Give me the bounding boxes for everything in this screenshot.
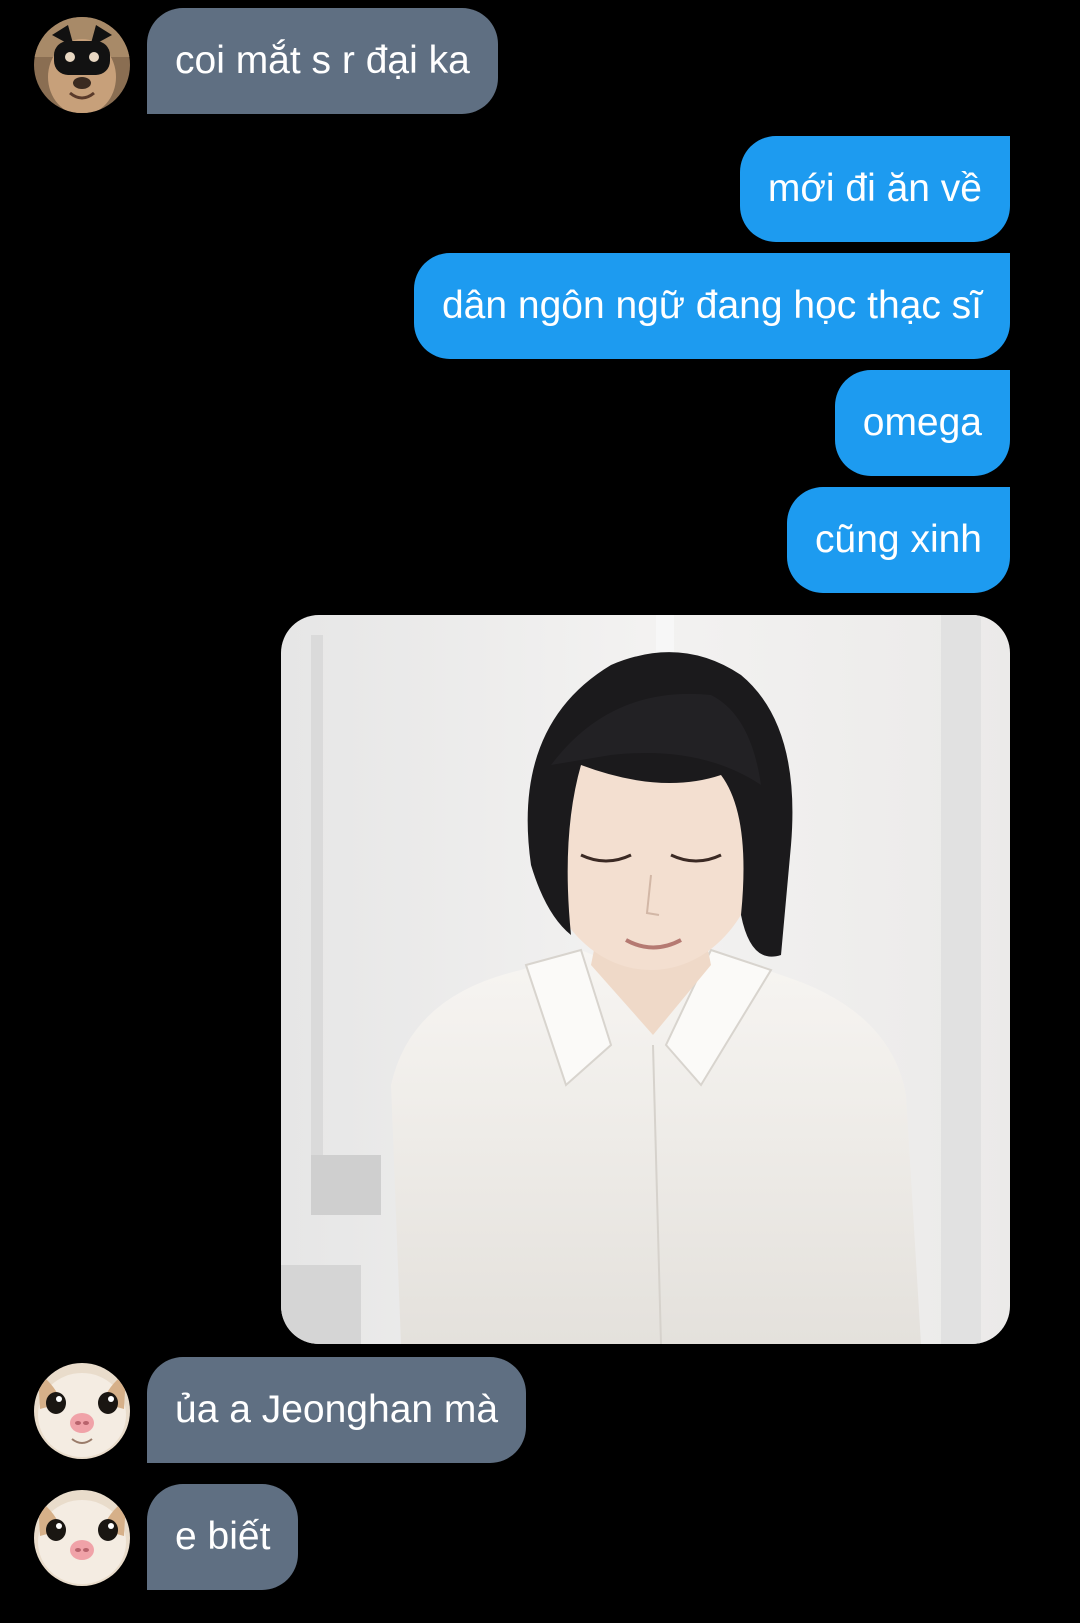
message-text: e biết [175,1515,271,1558]
message-bubble[interactable]: mới đi ăn về [739,136,1010,242]
message-text: omega [862,401,982,444]
message-bubble[interactable]: cũng xinh [787,487,1010,593]
message-text: coi mắt s r đại ka [175,39,470,82]
message-text: cũng xinh [815,518,982,561]
message-bubble[interactable]: ủa a Jeonghan mà [147,1357,527,1463]
sender-avatar[interactable] [34,1490,130,1586]
sender-avatar[interactable] [34,17,130,113]
cat-avatar-icon [34,1363,130,1459]
masked-dog-avatar-icon [34,17,130,113]
message-text: mới đi ăn về [767,167,982,210]
message-text: dân ngôn ngữ đang học thạc sĩ [441,284,982,327]
chat-thread: coi mắt s r đại ka mới đi ăn về dân ngôn… [0,0,1043,1590]
message-bubble[interactable]: e biết [147,1484,299,1590]
sender-avatar[interactable] [34,1363,130,1459]
message-text: ủa a Jeonghan mà [175,1388,499,1431]
photo-message[interactable] [281,615,1010,1344]
message-bubble[interactable]: coi mắt s r đại ka [147,8,498,114]
person-photo-image [281,615,1010,1344]
cat-avatar-icon [34,1490,130,1586]
message-bubble[interactable]: omega [834,370,1010,476]
message-bubble[interactable]: dân ngôn ngữ đang học thạc sĩ [413,253,1010,359]
